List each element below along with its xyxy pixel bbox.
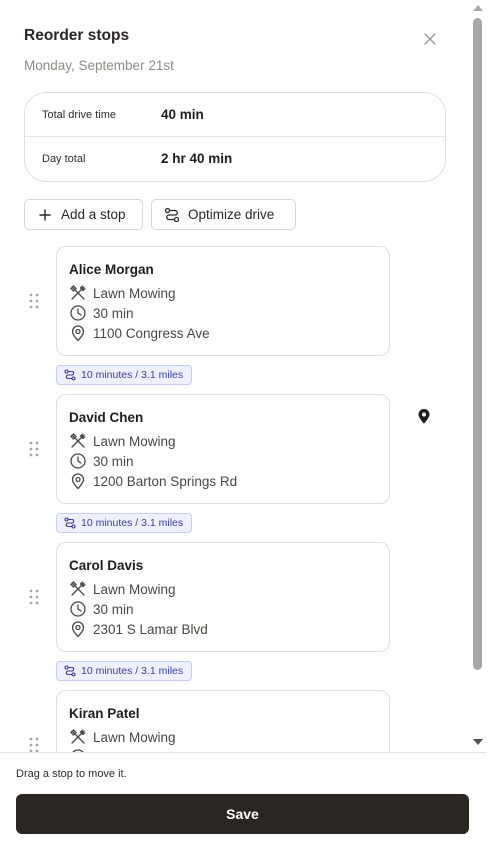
optimize-drive-label: Optimize drive <box>188 207 275 222</box>
day-total-label: Day total <box>42 153 86 165</box>
scroll-up-arrow-icon[interactable] <box>473 5 483 11</box>
stop-address: 2301 S Lamar Blvd <box>69 620 208 638</box>
stop-customer-name: Alice Morgan <box>69 262 154 277</box>
route-icon <box>64 369 76 381</box>
scrollbar-thumb[interactable] <box>473 18 482 670</box>
clock-icon <box>70 453 86 469</box>
drag-handle-icon[interactable] <box>29 737 39 752</box>
stop-service-label: Lawn Mowing <box>93 285 176 301</box>
drag-handle-icon[interactable] <box>29 441 39 457</box>
stop-address-label: 1100 Congress Ave <box>93 325 210 341</box>
plus-icon <box>39 208 51 221</box>
clock-icon <box>70 305 86 321</box>
map-pin-icon[interactable] <box>417 408 431 424</box>
stop-card[interactable]: Alice Morgan Lawn Mowing 30 min 1100 Con… <box>56 246 390 356</box>
route-summary: Total drive time 40 min Day total 2 hr 4… <box>24 92 446 182</box>
stop-duration: 30 min <box>69 452 134 470</box>
stop-duration: 30 min <box>69 304 134 322</box>
stop-customer-name: David Chen <box>69 410 144 425</box>
stop-duration-label: 30 min <box>93 601 134 617</box>
stop-duration-label: 30 min <box>93 305 134 321</box>
location-pin-icon <box>71 473 85 490</box>
drive-segment-badge: 10 minutes / 3.1 miles <box>56 365 193 385</box>
drive-segment-label: 10 minutes / 3.1 miles <box>81 369 184 381</box>
save-button[interactable]: Save <box>16 794 469 834</box>
location-pin-icon <box>71 325 85 342</box>
stop-address: 1100 Congress Ave <box>69 324 210 342</box>
tools-icon <box>70 432 87 448</box>
drive-segment-badge: 10 minutes / 3.1 miles <box>56 661 193 681</box>
stops-panel[interactable]: Reorder stops Monday, September 21st Tot… <box>0 0 486 752</box>
summary-row-drive-time: Total drive time 40 min <box>25 93 445 137</box>
drag-handle-icon[interactable] <box>29 293 39 309</box>
route-icon <box>64 665 76 677</box>
page-title: Reorder stops <box>24 27 130 44</box>
stop-address-label: 1200 Barton Springs Rd <box>93 473 238 489</box>
location-pin-icon <box>71 621 85 638</box>
drive-segment-label: 10 minutes / 3.1 miles <box>81 517 184 529</box>
add-stop-label: Add a stop <box>61 207 126 222</box>
tools-icon <box>70 728 87 744</box>
drag-handle-icon[interactable] <box>29 589 39 605</box>
clock-icon <box>70 601 86 617</box>
footer: Drag a stop to move it. Save <box>0 752 486 845</box>
scroll-down-arrow-icon[interactable] <box>473 739 483 745</box>
stop-service: Lawn Mowing <box>69 432 176 450</box>
date-subtitle: Monday, September 21st <box>24 58 174 73</box>
close-icon[interactable] <box>420 29 440 49</box>
stop-service: Lawn Mowing <box>69 284 176 302</box>
stop-service-label: Lawn Mowing <box>93 433 176 449</box>
add-stop-button[interactable]: Add a stop <box>24 199 143 230</box>
drag-hint: Drag a stop to move it. <box>16 768 127 780</box>
optimize-drive-button[interactable]: Optimize drive <box>151 199 296 230</box>
tools-icon <box>70 284 87 300</box>
stop-card[interactable]: Carol Davis Lawn Mowing 30 min 2301 S La… <box>56 542 390 652</box>
stop-service-label: Lawn Mowing <box>93 729 176 745</box>
stop-card[interactable]: Kiran Patel Lawn Mowing <box>56 690 390 752</box>
stop-address-label: 2301 S Lamar Blvd <box>93 621 208 637</box>
drive-segment-label: 10 minutes / 3.1 miles <box>81 665 184 677</box>
stop-service: Lawn Mowing <box>69 580 176 598</box>
drive-time-label: Total drive time <box>42 109 116 121</box>
route-icon <box>164 207 180 222</box>
day-total-value: 2 hr 40 min <box>161 151 233 166</box>
drive-time-value: 40 min <box>161 107 204 122</box>
stop-duration-label: 30 min <box>93 453 134 469</box>
stop-service: Lawn Mowing <box>69 728 176 746</box>
stop-service-label: Lawn Mowing <box>93 581 176 597</box>
route-icon <box>64 517 76 529</box>
stop-customer-name: Kiran Patel <box>69 706 140 721</box>
summary-row-day-total: Day total 2 hr 40 min <box>25 137 445 181</box>
tools-icon <box>70 580 87 596</box>
stop-card[interactable]: David Chen Lawn Mowing 30 min 1200 Barto… <box>56 394 390 504</box>
stop-duration: 30 min <box>69 600 134 618</box>
stop-customer-name: Carol Davis <box>69 558 144 573</box>
stop-address: 1200 Barton Springs Rd <box>69 472 237 490</box>
drive-segment-badge: 10 minutes / 3.1 miles <box>56 513 193 533</box>
